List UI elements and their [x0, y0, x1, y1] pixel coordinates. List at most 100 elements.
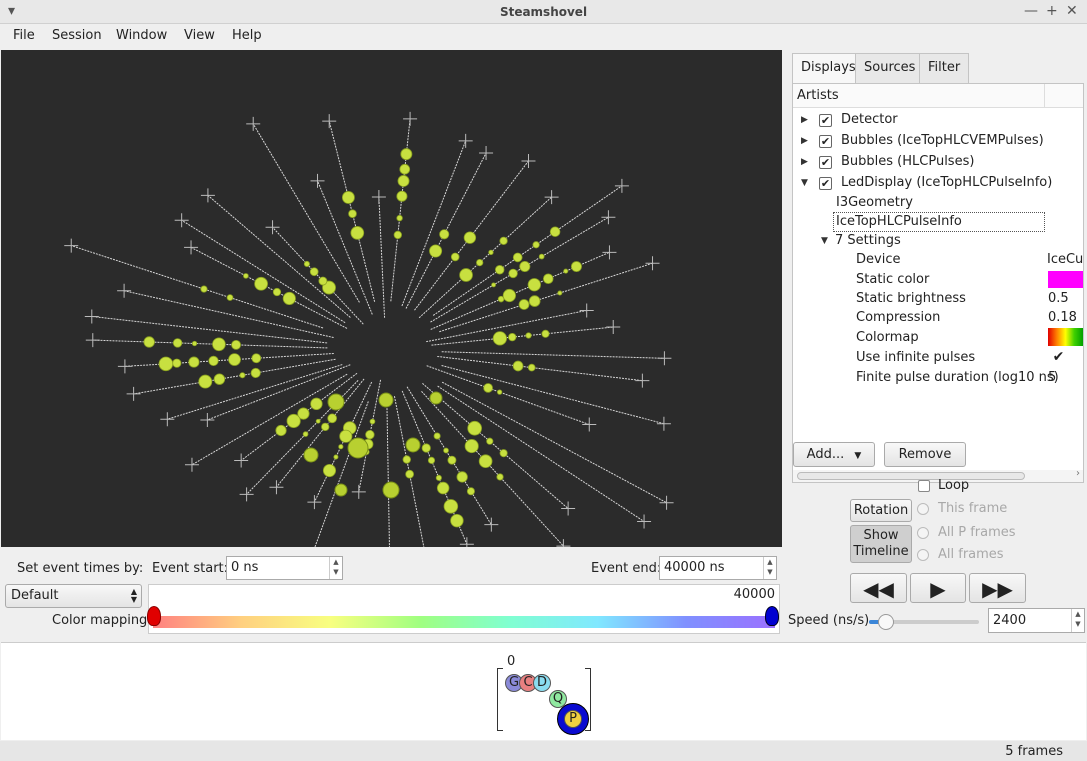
- checkbox-icon[interactable]: ✔: [819, 114, 832, 127]
- setting-value-device[interactable]: IceCul: [1047, 252, 1083, 272]
- pulse-bubble: [518, 299, 530, 310]
- event-start-field[interactable]: 0 ns ▲ ▼: [226, 556, 343, 580]
- menu-view[interactable]: View: [184, 28, 215, 43]
- play-button[interactable]: ▶: [910, 573, 966, 603]
- station-marker: [126, 386, 141, 401]
- pulse-bubble: [563, 268, 569, 274]
- detector-string: [432, 185, 623, 316]
- event-display-canvas[interactable]: [1, 50, 782, 547]
- pulse-bubble: [158, 356, 174, 372]
- radio-all-p-frames[interactable]: [917, 527, 929, 539]
- frame-d-icon[interactable]: D: [533, 674, 551, 692]
- artists-tree[interactable]: Artists ▶ ✔ Detector ▶ ✔ Bubbles (IceTop…: [792, 83, 1084, 483]
- color-gradient-bar: [153, 616, 775, 628]
- event-start-spinner[interactable]: ▲ ▼: [329, 557, 342, 579]
- remove-artist-button[interactable]: Remove: [884, 442, 966, 467]
- pulse-bubble: [491, 282, 496, 288]
- pulse-bubble: [427, 456, 436, 464]
- checkbox-icon[interactable]: ✔: [819, 156, 832, 169]
- show-timeline-button[interactable]: Show Timeline: [850, 525, 912, 563]
- timeline-panel[interactable]: 0 G C D Q P: [1, 642, 1086, 740]
- tab-filter[interactable]: Filter: [919, 53, 970, 83]
- station-marker: [307, 495, 322, 510]
- pulse-bubble: [512, 360, 524, 372]
- loop-checkbox[interactable]: [918, 480, 930, 492]
- tab-sources[interactable]: Sources: [855, 53, 925, 83]
- colormap-swatch[interactable]: [1048, 328, 1083, 346]
- event-end-field[interactable]: 40000 ns ▲ ▼: [659, 556, 777, 580]
- menu-help[interactable]: Help: [232, 28, 262, 43]
- expand-arrow-icon[interactable]: ▶: [801, 115, 808, 125]
- pulse-bubble: [542, 273, 554, 284]
- pulse-bubble: [382, 481, 400, 499]
- pulse-bubble: [519, 260, 531, 272]
- pulse-bubble: [429, 391, 443, 405]
- scrollbar-thumb[interactable]: [797, 472, 1025, 480]
- set-event-times-label: Set event times by:: [17, 561, 144, 576]
- speed-slider-handle[interactable]: [878, 614, 894, 630]
- setting-value-brightness[interactable]: 0.5: [1048, 291, 1069, 311]
- speed-spinner[interactable]: ▲ ▼: [1071, 609, 1084, 632]
- infinite-pulses-check-icon[interactable]: ✔: [1052, 350, 1065, 365]
- checkbox-icon[interactable]: ✔: [819, 177, 832, 190]
- frame-p-icon[interactable]: P: [564, 710, 582, 728]
- menu-file[interactable]: File: [13, 28, 35, 43]
- 3d-event-viewer[interactable]: [1, 50, 782, 547]
- checkbox-icon[interactable]: ✔: [819, 135, 832, 148]
- settings-label: 7 Settings: [835, 233, 901, 248]
- expand-arrow-icon[interactable]: ▶: [801, 136, 808, 146]
- expand-arrow-icon[interactable]: ▶: [801, 157, 808, 167]
- pulse-bubble: [459, 268, 473, 282]
- scroll-right-icon[interactable]: ›: [1076, 468, 1080, 479]
- event-start-value: 0 ns: [231, 560, 259, 575]
- collapse-arrow-icon[interactable]: ▼: [801, 178, 808, 188]
- setting-name: Finite pulse duration (log10 ns): [856, 370, 1059, 385]
- event-time-mode-select[interactable]: Default ▲ ▼: [5, 584, 142, 608]
- pulse-bubble: [512, 252, 523, 263]
- station-marker: [184, 457, 199, 472]
- menu-session[interactable]: Session: [52, 28, 102, 43]
- color-mapping-range[interactable]: 40000: [147, 584, 780, 634]
- rotation-button[interactable]: Rotation: [850, 499, 912, 522]
- event-end-spinner[interactable]: ▲ ▼: [763, 557, 776, 579]
- detector-string: [181, 219, 346, 324]
- menu-window[interactable]: Window: [116, 28, 167, 43]
- station-marker: [635, 373, 650, 388]
- setting-value-pulse-duration[interactable]: 5: [1048, 370, 1056, 390]
- pulse-bubble: [492, 331, 507, 346]
- speed-field[interactable]: 2400 ▲ ▼: [988, 608, 1085, 633]
- detector-string: [386, 399, 390, 547]
- minimize-icon[interactable]: —: [1024, 3, 1038, 19]
- pulse-bubble: [443, 499, 459, 514]
- radio-this-frame[interactable]: [917, 503, 929, 515]
- rewind-icon: ◀◀: [863, 577, 894, 601]
- maximize-icon[interactable]: +: [1046, 3, 1058, 19]
- fast-forward-button[interactable]: ▶▶: [969, 573, 1026, 603]
- speed-slider[interactable]: [869, 614, 979, 630]
- frame-p-highlight[interactable]: P: [557, 703, 589, 735]
- pulse-bubble: [466, 487, 475, 496]
- station-marker: [657, 351, 672, 366]
- station-marker: [645, 256, 660, 271]
- detector-string: [437, 385, 645, 522]
- static-color-swatch[interactable]: [1048, 271, 1083, 288]
- setting-value-compression[interactable]: 0.18: [1048, 310, 1077, 330]
- radio-all-frames[interactable]: [917, 549, 929, 561]
- event-time-mode-value: Default: [11, 588, 59, 603]
- this-frame-label: This frame: [938, 501, 1008, 516]
- range-start-handle[interactable]: [147, 606, 161, 626]
- collapse-arrow-icon[interactable]: ▼: [821, 236, 828, 246]
- pulse-bubble: [502, 288, 516, 303]
- speed-value: 2400: [993, 613, 1027, 628]
- pulse-bubble: [488, 249, 494, 255]
- range-end-handle[interactable]: [765, 606, 779, 626]
- station-marker: [200, 412, 215, 427]
- station-marker: [351, 484, 366, 499]
- rewind-button[interactable]: ◀◀: [850, 573, 907, 603]
- close-icon[interactable]: ✕: [1066, 3, 1078, 19]
- station-marker: [160, 412, 175, 427]
- add-artist-button[interactable]: Add... ▼: [793, 442, 875, 467]
- window-title: Steamshovel: [499, 5, 588, 19]
- tab-displays[interactable]: Displays: [792, 53, 865, 83]
- led-child-pulseinfo[interactable]: IceTopHLCPulseInfo: [833, 212, 1045, 232]
